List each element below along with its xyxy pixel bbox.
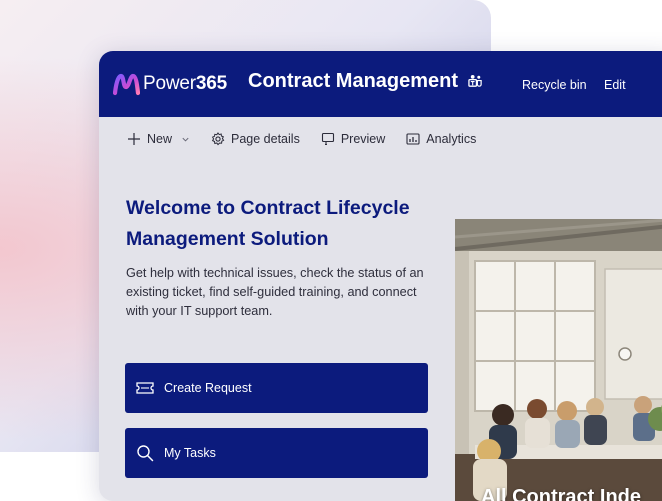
analytics-label: Analytics	[426, 132, 477, 146]
image-card-caption: All Contract Inde	[481, 486, 642, 501]
page-details-label: Page details	[231, 132, 300, 146]
site-header: Power365 Contract Management Recycle bin…	[99, 51, 662, 117]
my-tasks-label: My Tasks	[164, 446, 216, 460]
site-title-text: Contract Management	[248, 70, 459, 92]
edit-link[interactable]: Edit	[604, 78, 626, 92]
page-details-button[interactable]: Page details	[211, 132, 300, 146]
site-title[interactable]: Contract Management	[248, 70, 483, 93]
welcome-heading-line2: Management Solution	[126, 228, 329, 250]
recycle-bin-link[interactable]: Recycle bin	[522, 78, 587, 92]
power365-logo-icon	[113, 73, 140, 96]
office-meeting-image-card[interactable]: All Contract Inde	[455, 219, 662, 501]
office-meeting-photo	[455, 219, 662, 501]
preview-icon	[321, 132, 334, 146]
plus-icon	[128, 133, 140, 145]
welcome-heading: Welcome to Contract Lifecycle Management…	[126, 193, 426, 255]
my-tasks-button[interactable]: My Tasks	[125, 428, 428, 478]
create-request-button[interactable]: Create Request	[125, 363, 428, 413]
app-window: Power365 Contract Management Recycle bin…	[99, 51, 662, 501]
new-button[interactable]: New	[127, 132, 190, 146]
brand-name: Power365	[143, 73, 227, 94]
chevron-down-icon	[182, 137, 189, 142]
preview-button[interactable]: Preview	[321, 132, 385, 146]
gear-icon	[211, 132, 225, 146]
welcome-description: Get help with technical issues, check th…	[126, 266, 424, 318]
analytics-button[interactable]: Analytics	[406, 132, 476, 146]
preview-label: Preview	[340, 132, 386, 146]
analytics-icon	[406, 133, 420, 145]
power365-logo[interactable]: Power365	[113, 70, 227, 98]
command-bar: New Page details Preview Analytics	[99, 117, 662, 161]
welcome-heading-line1: Welcome to Contract Lifecycle	[126, 197, 410, 219]
search-icon	[137, 445, 154, 462]
new-button-label: New	[147, 132, 173, 146]
teams-icon	[468, 74, 482, 87]
ticket-icon	[136, 382, 154, 394]
create-request-label: Create Request	[164, 381, 252, 395]
